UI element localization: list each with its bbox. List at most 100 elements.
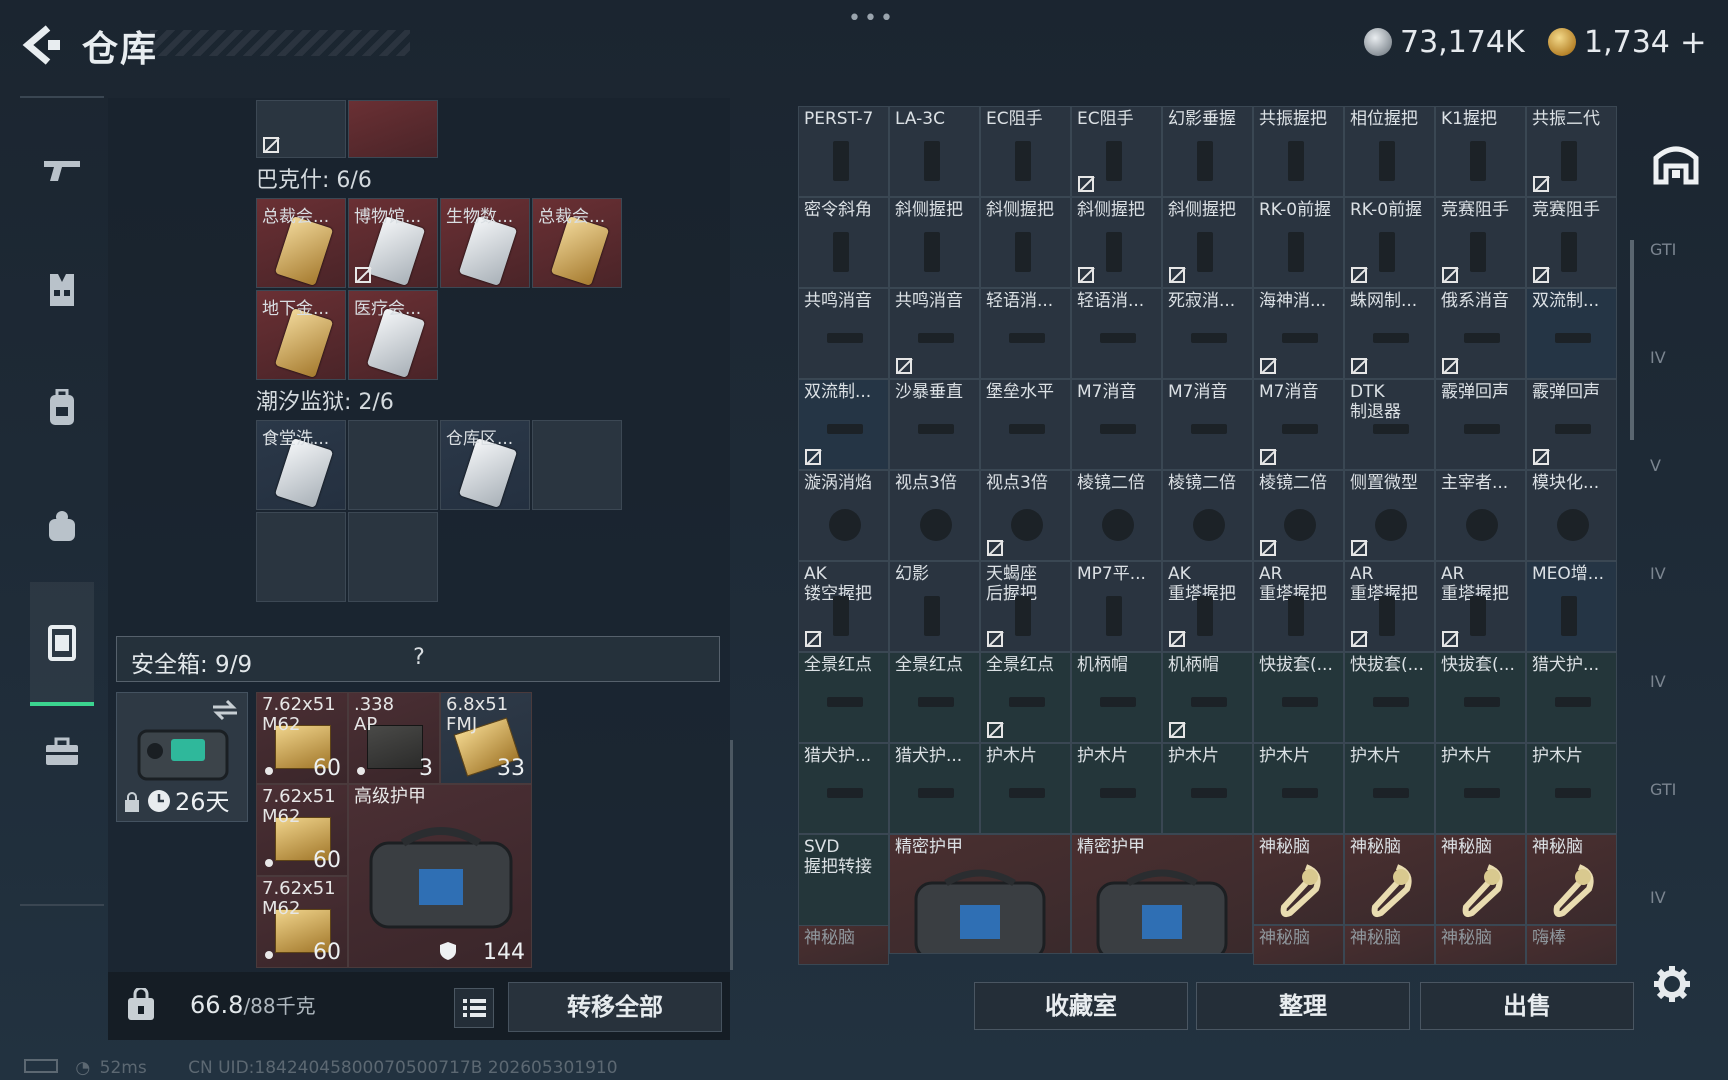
grid-item-cell[interactable]: 神秘脑 bbox=[1253, 925, 1344, 965]
grid-item-cell[interactable]: 护木片 bbox=[1435, 743, 1526, 834]
grid-item-cell[interactable]: 侧置微型 bbox=[1344, 470, 1435, 561]
empty-slot[interactable] bbox=[256, 512, 346, 602]
grid-item-cell[interactable]: 斜侧握把 bbox=[1162, 197, 1253, 288]
grid-item-cell[interactable]: M7消音 bbox=[1162, 379, 1253, 470]
grid-item-cell[interactable]: RK-0前握 bbox=[1344, 197, 1435, 288]
grid-item-cell[interactable]: 神秘脑 bbox=[1435, 834, 1526, 925]
ammo-cell[interactable]: .338 AP 3 bbox=[348, 692, 440, 784]
grid-item-cell[interactable]: MEO增... bbox=[1526, 561, 1617, 652]
grid-item-cell[interactable]: 轻语消... bbox=[1071, 288, 1162, 379]
right-scrollbar[interactable] bbox=[1630, 240, 1634, 440]
grid-item-cell[interactable]: 猎犬护... bbox=[798, 743, 889, 834]
grid-item-cell[interactable]: 棱镜二倍 bbox=[1162, 470, 1253, 561]
grid-item-cell[interactable]: DTK 制退器 bbox=[1344, 379, 1435, 470]
grid-item-cell[interactable]: RK-0前握 bbox=[1253, 197, 1344, 288]
grid-item-cell[interactable]: 幻影 bbox=[889, 561, 980, 652]
grid-item-cell[interactable]: EC阻手 bbox=[980, 106, 1071, 197]
grid-item-cell[interactable]: MP7平... bbox=[1071, 561, 1162, 652]
grid-item-cell[interactable]: 斜侧握把 bbox=[980, 197, 1071, 288]
sell-button[interactable]: 出售 bbox=[1420, 982, 1634, 1030]
sidebar-item-weapons[interactable] bbox=[30, 138, 94, 202]
grid-item-cell[interactable]: 快拔套(... bbox=[1344, 652, 1435, 743]
grid-item-cell[interactable]: 全景红点 bbox=[798, 652, 889, 743]
grid-item-cell[interactable]: 神秘脑 bbox=[798, 925, 889, 965]
grid-item-cell[interactable]: 相位握把 bbox=[1344, 106, 1435, 197]
grid-item-cell[interactable]: 轻语消... bbox=[980, 288, 1071, 379]
grid-item-cell[interactable]: 护木片 bbox=[980, 743, 1071, 834]
grid-item-cell[interactable]: 机柄帽 bbox=[1162, 652, 1253, 743]
grid-item-cell[interactable]: 快拔套(... bbox=[1253, 652, 1344, 743]
sidebar-item-vests[interactable] bbox=[30, 258, 94, 322]
keycard-cell[interactable]: 总裁会... bbox=[256, 198, 346, 288]
help-icon[interactable]: ? bbox=[405, 645, 433, 673]
grid-item-cell[interactable]: 猎犬护... bbox=[1526, 652, 1617, 743]
grid-item-cell[interactable]: AK 重塔握把 bbox=[1162, 561, 1253, 652]
grid-item-cell[interactable]: 棱镜二倍 bbox=[1071, 470, 1162, 561]
grid-item-cell[interactable]: 神秘脑 bbox=[1526, 834, 1617, 925]
back-arrow-icon[interactable] bbox=[18, 22, 64, 68]
swap-icon[interactable] bbox=[211, 699, 239, 721]
grid-item-cell[interactable]: PERST-7 bbox=[798, 106, 889, 197]
grid-item-cell[interactable]: 双流制... bbox=[1526, 288, 1617, 379]
grid-item-cell[interactable]: 斜侧握把 bbox=[1071, 197, 1162, 288]
sidebar-item-backpacks[interactable] bbox=[30, 376, 94, 440]
grid-item-cell[interactable]: 霰弹回声 bbox=[1435, 379, 1526, 470]
grid-item-cell[interactable]: LA-3C bbox=[889, 106, 980, 197]
keycard-cell[interactable]: 总裁会... bbox=[532, 198, 622, 288]
grid-item-cell[interactable]: 猎犬护... bbox=[889, 743, 980, 834]
empty-slot[interactable] bbox=[348, 512, 438, 602]
storage-tab-gti-2[interactable]: GTI bbox=[1650, 780, 1702, 832]
grid-item-cell[interactable]: 机柄帽 bbox=[1071, 652, 1162, 743]
armor-bag-cell[interactable]: 高级护甲 144 bbox=[348, 784, 532, 968]
left-scrollbar[interactable] bbox=[730, 740, 733, 970]
grid-item-cell[interactable]: 护木片 bbox=[1344, 743, 1435, 834]
storage-tab-iv-1[interactable]: IV bbox=[1650, 348, 1702, 400]
partial-item-cell[interactable] bbox=[256, 100, 346, 158]
grid-item-cell[interactable]: 快拔套(... bbox=[1435, 652, 1526, 743]
grid-item-cell[interactable]: 漩涡消焰 bbox=[798, 470, 889, 561]
grid-item-cell[interactable]: 堡垒水平 bbox=[980, 379, 1071, 470]
sidebar-item-helmets[interactable] bbox=[30, 494, 94, 558]
ammo-cell[interactable]: 7.62x51 M62 60 bbox=[256, 692, 348, 784]
list-view-button[interactable] bbox=[454, 988, 494, 1028]
collection-room-button[interactable]: 收藏室 bbox=[974, 982, 1188, 1030]
grid-item-cell[interactable]: 棱镜二倍 bbox=[1253, 470, 1344, 561]
grid-item-cell[interactable]: 全景红点 bbox=[980, 652, 1071, 743]
grid-item-cell[interactable]: 主宰者... bbox=[1435, 470, 1526, 561]
grid-item-cell[interactable]: EC阻手 bbox=[1071, 106, 1162, 197]
armor-bag-cell[interactable]: 精密护甲 bbox=[1071, 834, 1253, 954]
grid-item-cell[interactable]: 共振握把 bbox=[1253, 106, 1344, 197]
grid-item-cell[interactable]: 神秘脑 bbox=[1344, 834, 1435, 925]
grid-item-cell[interactable]: 天蝎座 后握把 bbox=[980, 561, 1071, 652]
grid-item-cell[interactable]: 护木片 bbox=[1071, 743, 1162, 834]
keycard-cell[interactable]: 仓库区... bbox=[440, 420, 530, 510]
warehouse-home-icon[interactable] bbox=[1650, 136, 1702, 188]
settings-gear-icon[interactable] bbox=[1652, 964, 1692, 1004]
grid-item-cell[interactable]: 双流制... bbox=[798, 379, 889, 470]
grid-item-cell[interactable]: 共鸣消音 bbox=[889, 288, 980, 379]
grid-item-cell[interactable]: AR 重塔握把 bbox=[1253, 561, 1344, 652]
storage-tab-v[interactable]: V bbox=[1650, 456, 1702, 508]
storage-tab-iv-4[interactable]: IV bbox=[1650, 888, 1702, 940]
grid-item-cell[interactable]: 竞赛阻手 bbox=[1526, 197, 1617, 288]
grid-item-cell[interactable]: 视点3倍 bbox=[980, 470, 1071, 561]
safebox-container[interactable]: 26天 bbox=[116, 692, 248, 822]
grid-item-cell[interactable]: 神秘脑 bbox=[1253, 834, 1344, 925]
grid-item-cell[interactable]: 海神消... bbox=[1253, 288, 1344, 379]
keycard-cell[interactable]: 地下金... bbox=[256, 290, 346, 380]
storage-tab-gti-1[interactable]: GTI bbox=[1650, 240, 1702, 292]
organize-button[interactable]: 整理 bbox=[1196, 982, 1410, 1030]
grid-item-cell[interactable]: 死寂消... bbox=[1162, 288, 1253, 379]
keycard-cell[interactable]: 博物馆... bbox=[348, 198, 438, 288]
keycard-cell[interactable]: 生物数... bbox=[440, 198, 530, 288]
grid-item-cell[interactable]: 蛛网制... bbox=[1344, 288, 1435, 379]
grid-item-cell[interactable]: 沙暴垂直 bbox=[889, 379, 980, 470]
grid-item-cell[interactable]: 密令斜角 bbox=[798, 197, 889, 288]
grid-item-cell[interactable]: 幻影垂握 bbox=[1162, 106, 1253, 197]
grid-item-cell[interactable]: AR 重塔握把 bbox=[1344, 561, 1435, 652]
grid-item-cell[interactable]: 斜侧握把 bbox=[889, 197, 980, 288]
grid-item-cell[interactable]: 护木片 bbox=[1162, 743, 1253, 834]
grid-item-cell[interactable]: 竞赛阻手 bbox=[1435, 197, 1526, 288]
transfer-all-button[interactable]: 转移全部 bbox=[508, 982, 722, 1032]
empty-slot[interactable] bbox=[532, 420, 622, 510]
